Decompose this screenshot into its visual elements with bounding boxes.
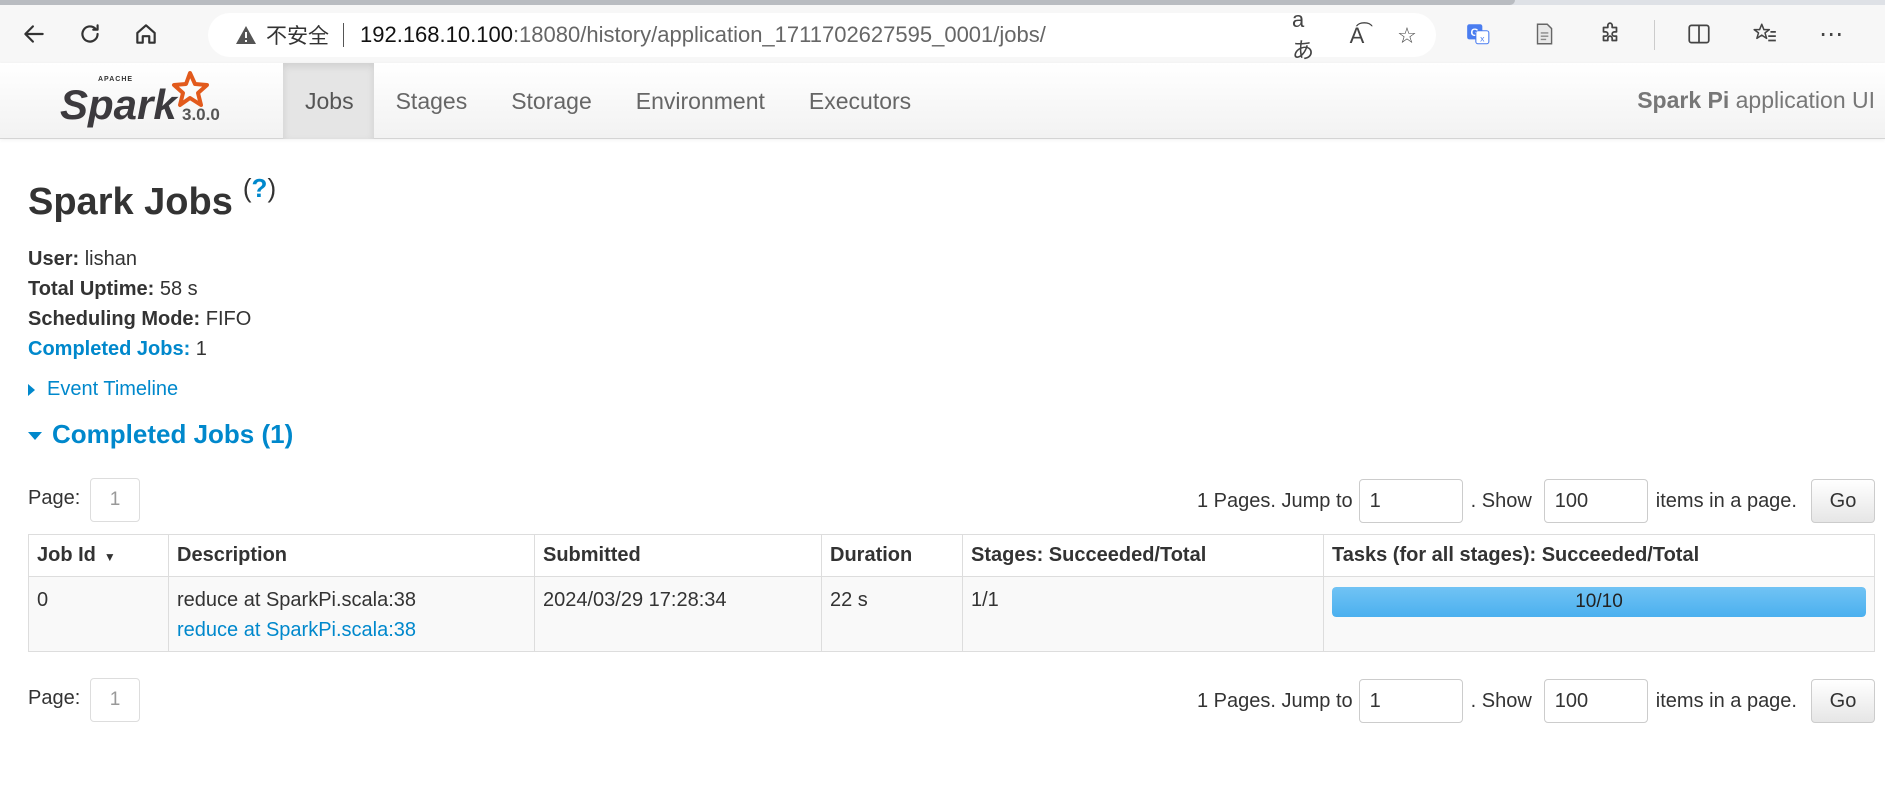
spark-navbar: APACHE Spark 3.0.0 Jobs Stages Storage E… [0, 63, 1885, 139]
svg-text:x: x [1480, 34, 1485, 44]
toolbar-divider [1654, 20, 1655, 50]
col-submitted[interactable]: Submitted [534, 534, 822, 577]
svg-text:Spark: Spark [60, 81, 179, 128]
spark-version: 3.0.0 [182, 105, 220, 124]
page-jump-form: 1 Pages. Jump to . Show items in a page.… [1197, 478, 1875, 524]
page-content: Spark Jobs (?) User: lishan Total Uptime… [28, 139, 1875, 724]
go-button[interactable]: Go [1811, 479, 1875, 523]
items-text: items in a page. [1655, 489, 1797, 512]
refresh-button[interactable] [68, 12, 112, 56]
help-link[interactable]: (?) [243, 173, 276, 204]
cell-duration: 22 s [821, 576, 963, 652]
tab-stages[interactable]: Stages [374, 63, 490, 139]
page-title: Spark Jobs (?) [28, 173, 1875, 224]
paging-top: Page: 1 1 Pages. Jump to . Show items in… [28, 478, 1875, 524]
tasks-progress-text: 10/10 [1575, 591, 1623, 612]
job-description-link[interactable]: reduce at SparkPi.scala:38 [177, 619, 416, 641]
items-text: items in a page. [1655, 689, 1797, 712]
tab-environment[interactable]: Environment [614, 63, 787, 139]
insecure-label[interactable]: 不安全 [266, 20, 329, 50]
job-summary: User: lishan Total Uptime: 58 s Scheduli… [28, 244, 1875, 364]
summary-uptime: Total Uptime: 58 s [28, 278, 198, 300]
pages-text: 1 Pages. Jump to [1196, 689, 1353, 712]
split-screen-icon[interactable] [1677, 14, 1721, 54]
more-icon[interactable]: ⋯ [1809, 14, 1853, 54]
page-jump-form: 1 Pages. Jump to . Show items in a page.… [1197, 678, 1875, 724]
app-name: Spark Pi [1637, 87, 1730, 113]
warning-icon[interactable] [234, 23, 258, 47]
tab-jobs[interactable]: Jobs [283, 63, 374, 139]
completed-jobs-title: Completed Jobs (1) [52, 419, 294, 449]
favorites-list-icon[interactable] [1743, 14, 1787, 54]
completed-jobs-table: Job Id ▼ Description Submitted Duration S… [28, 534, 1875, 652]
job-description: reduce at SparkPi.scala:38 [177, 589, 417, 611]
show-text: . Show [1470, 489, 1532, 512]
tab-storage[interactable]: Storage [489, 63, 614, 139]
summary-user: User: lishan [28, 248, 137, 270]
page-size-input[interactable] [1543, 479, 1648, 523]
go-button[interactable]: Go [1811, 679, 1875, 723]
event-timeline-toggle[interactable]: Event Timeline [28, 378, 1875, 401]
col-tasks[interactable]: Tasks (for all stages): Succeeded/Total [1323, 534, 1875, 577]
favorite-icon[interactable]: ☆ [1392, 21, 1422, 51]
col-stages[interactable]: Stages: Succeeded/Total [962, 534, 1324, 577]
back-button[interactable] [12, 12, 56, 56]
cell-tasks: 10/10 [1323, 576, 1875, 652]
reading-view-icon[interactable] [1522, 14, 1566, 54]
cell-description: reduce at SparkPi.scala:38 reduce at Spa… [168, 576, 535, 652]
home-icon [136, 24, 156, 44]
page-number-current[interactable]: 1 [90, 478, 140, 522]
table-header-row: Job Id ▼ Description Submitted Duration S… [28, 534, 1875, 577]
paging-bottom: Page: 1 1 Pages. Jump to . Show items in… [28, 678, 1875, 724]
expanded-arrow-icon [28, 431, 42, 440]
col-job-id[interactable]: Job Id ▼ [28, 534, 169, 577]
completed-jobs-toggle[interactable]: Completed Jobs (1) [28, 419, 1875, 450]
app-title: Spark Pi application UI [1637, 87, 1875, 114]
browser-toolbar: 不安全 192.168.10.100:18080/history/applica… [0, 5, 1885, 63]
help-icon[interactable]: ? [252, 173, 268, 203]
url-host: 192.168.10.100 [360, 22, 513, 47]
page-title-text: Spark Jobs [28, 181, 233, 223]
jump-to-page-input[interactable] [1358, 479, 1463, 523]
tasks-progress-bar: 10/10 [1332, 587, 1866, 617]
col-description[interactable]: Description [168, 534, 535, 577]
address-bar[interactable]: 不安全 192.168.10.100:18080/history/applica… [208, 7, 1436, 63]
page-number-current[interactable]: 1 [90, 678, 140, 722]
summary-completed-jobs[interactable]: Completed Jobs: 1 [28, 334, 1875, 364]
show-text: . Show [1470, 689, 1532, 712]
refresh-icon [81, 24, 99, 43]
back-icon [24, 25, 44, 43]
home-button[interactable] [124, 12, 168, 56]
extensions-icon[interactable] [1588, 14, 1632, 54]
collapsed-arrow-icon [28, 383, 35, 396]
pages-text: 1 Pages. Jump to [1196, 489, 1353, 512]
table-row: 0 reduce at SparkPi.scala:38 reduce at S… [28, 576, 1875, 652]
cell-submitted: 2024/03/29 17:28:34 [534, 576, 822, 652]
page-label: Page: [28, 487, 81, 509]
address-separator [343, 23, 344, 47]
event-timeline-label: Event Timeline [47, 378, 179, 400]
url-path: :18080/history/application_1711702627595… [512, 22, 1046, 47]
nav-tabs: Jobs Stages Storage Environment Executor… [283, 63, 933, 139]
col-duration[interactable]: Duration [821, 534, 963, 577]
translate-icon[interactable]: Gx [1456, 14, 1500, 54]
app-title-suffix: application UI [1729, 87, 1875, 113]
copilot-icon[interactable] [1875, 14, 1885, 54]
read-aloud-icon[interactable]: A͡ [1342, 21, 1372, 51]
cell-stages: 1/1 [962, 576, 1324, 652]
page-label: Page: [28, 687, 81, 709]
cell-job-id: 0 [28, 576, 169, 652]
page-size-input[interactable] [1543, 679, 1648, 723]
jump-to-page-input[interactable] [1358, 679, 1463, 723]
read-aloud-language-icon[interactable]: aあ [1292, 7, 1322, 63]
tab-executors[interactable]: Executors [787, 63, 933, 139]
summary-scheduling-mode: Scheduling Mode: FIFO [28, 308, 252, 330]
sort-desc-icon[interactable]: ▼ [104, 550, 116, 564]
